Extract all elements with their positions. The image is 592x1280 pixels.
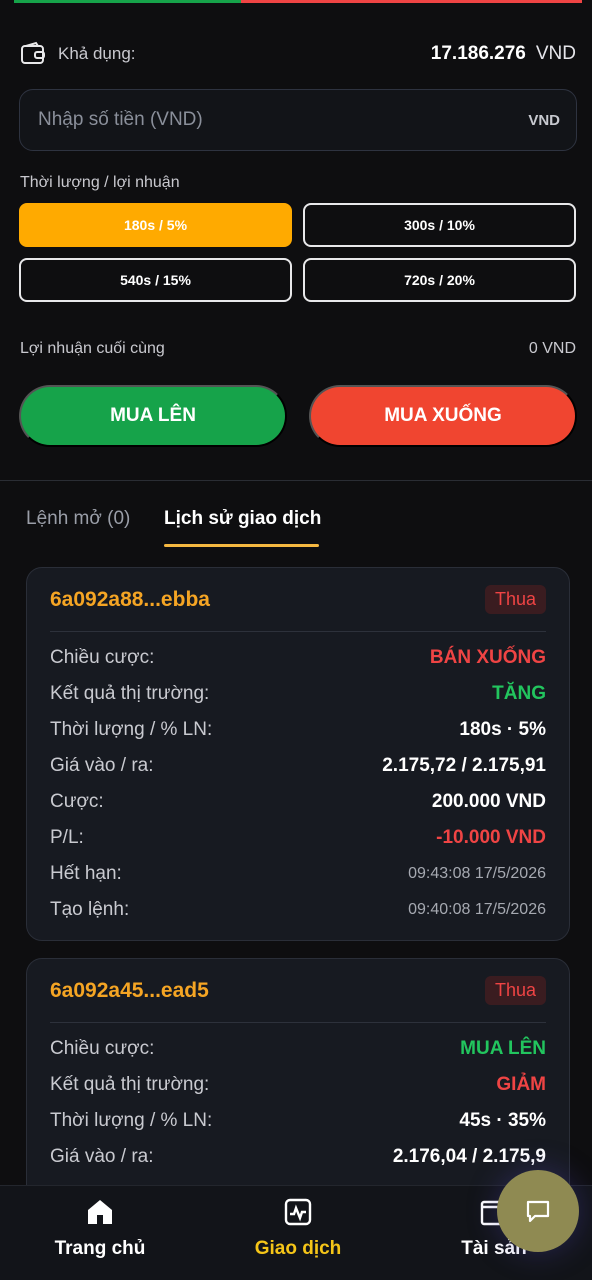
balance-value: 17.186.276	[430, 43, 526, 64]
row-value: 45s · 35%	[459, 1110, 546, 1131]
nav-label-trade: Giao dịch	[254, 1238, 342, 1259]
duration-option-720s[interactable]: 720s / 20%	[303, 258, 576, 302]
balance-unit: VND	[535, 43, 576, 64]
order-row-direction: Chiều cược: MUA LÊN	[50, 1031, 546, 1067]
home-icon	[88, 1200, 112, 1224]
row-value: -10.000 VND	[436, 827, 546, 848]
duration-option-540s[interactable]: 540s / 15%	[19, 258, 292, 302]
order-row-pl: P/L: -10.000 VND	[50, 820, 546, 856]
order-card-header: 6a092a88...ebba Thua	[50, 568, 546, 632]
row-label: Cược:	[50, 791, 104, 812]
final-profit-value: 0 VND	[528, 340, 576, 357]
order-row-market-result: Kết quả thị trường: TĂNG	[50, 676, 546, 712]
nav-item-trade[interactable]: Giao dịch	[198, 1186, 398, 1280]
row-label: Thời lượng / % LN:	[50, 719, 213, 740]
row-value: MUA LÊN	[460, 1038, 546, 1059]
status-badge: Thua	[484, 585, 546, 614]
row-label: Chiều cược:	[50, 1038, 155, 1059]
order-row-prices: Giá vào / ra: 2.176,04 / 2.175,9	[50, 1139, 546, 1175]
tab-open-orders[interactable]: Lệnh mở (0)	[26, 508, 130, 530]
balance-label: Khả dụng:	[58, 44, 136, 63]
order-card-header: 6a092a45...ead5 Thua	[50, 959, 546, 1023]
tab-trade-history[interactable]: Lịch sử giao dịch	[164, 508, 321, 530]
row-value: 180s · 5%	[459, 719, 546, 740]
order-row-prices: Giá vào / ra: 2.175,72 / 2.175,91	[50, 748, 546, 784]
available-balance: Khả dụng: 17.186.276 VND	[20, 38, 576, 70]
amount-unit: VND	[528, 111, 560, 129]
row-label: P/L:	[50, 827, 84, 848]
row-value: BÁN XUỐNG	[429, 647, 546, 668]
duration-option-180s[interactable]: 180s / 5%	[19, 203, 292, 247]
final-profit-row: Lợi nhuận cuối cùng 0 VND	[20, 340, 576, 358]
order-row-expiry: Hết hạn: 09:43:08 17/5/2026	[50, 856, 546, 892]
row-value: 2.175,72 / 2.175,91	[382, 755, 546, 776]
nav-item-home[interactable]: Trang chủ	[0, 1186, 200, 1280]
order-id: 6a092a88...ebba	[50, 587, 210, 611]
chat-bubble-icon	[526, 1200, 550, 1223]
wallet-icon	[21, 41, 45, 64]
row-value: 2.176,04 / 2.175,9	[392, 1146, 546, 1167]
order-row-created: Tạo lệnh: 09:40:08 17/5/2026	[50, 892, 546, 928]
order-row-duration: Thời lượng / % LN: 180s · 5%	[50, 712, 546, 748]
order-row-market-result: Kết quả thị trường: GIẢM	[50, 1067, 546, 1103]
row-label: Giá vào / ra:	[50, 1146, 154, 1167]
row-label: Chiều cược:	[50, 647, 155, 668]
final-profit-label: Lợi nhuận cuối cùng	[20, 340, 165, 357]
order-row-stake: Cược: 200.000 VND	[50, 784, 546, 820]
order-row-direction: Chiều cược: BÁN XUỐNG	[50, 640, 546, 676]
buy-down-button[interactable]: MUA XUỐNG	[309, 385, 577, 447]
row-label: Tạo lệnh:	[50, 899, 130, 920]
chart-icon	[284, 1198, 312, 1226]
row-label: Hết hạn:	[50, 863, 122, 884]
row-value: 200.000 VND	[431, 791, 546, 812]
row-value: 09:40:08 17/5/2026	[408, 901, 546, 918]
row-label: Kết quả thị trường:	[50, 1074, 210, 1095]
duration-label: Thời lượng / lợi nhuận	[20, 174, 180, 191]
price-ratio-bar	[14, 0, 582, 3]
nav-label-home: Trang chủ	[54, 1238, 146, 1259]
duration-option-300s[interactable]: 300s / 10%	[303, 203, 576, 247]
row-label: Thời lượng / % LN:	[50, 1110, 213, 1131]
row-value: 09:43:08 17/5/2026	[408, 865, 546, 882]
ratio-down	[241, 0, 582, 3]
chat-button[interactable]	[497, 1170, 579, 1252]
row-value: TĂNG	[492, 683, 546, 704]
order-card[interactable]: 6a092a88...ebba Thua Chiều cược: BÁN XUỐN…	[26, 567, 570, 941]
section-divider	[0, 480, 592, 481]
order-card[interactable]: 6a092a45...ead5 Thua Chiều cược: MUA LÊN …	[26, 958, 570, 1218]
row-label: Kết quả thị trường:	[50, 683, 210, 704]
amount-field[interactable]: VND	[19, 89, 577, 151]
active-tab-indicator	[164, 544, 319, 547]
buy-up-button[interactable]: MUA LÊN	[19, 385, 287, 447]
ratio-up	[14, 0, 241, 3]
order-id: 6a092a45...ead5	[50, 978, 209, 1002]
status-badge: Thua	[484, 976, 546, 1005]
amount-input[interactable]	[38, 109, 529, 131]
order-row-duration: Thời lượng / % LN: 45s · 35%	[50, 1103, 546, 1139]
row-label: Giá vào / ra:	[50, 755, 154, 776]
row-value: GIẢM	[496, 1074, 546, 1095]
